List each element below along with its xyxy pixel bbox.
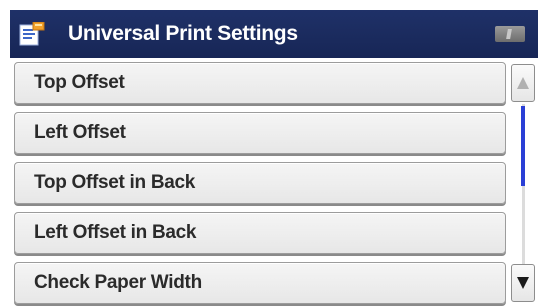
- arrow-down-icon: [517, 277, 529, 289]
- scroll-down-button[interactable]: [511, 264, 535, 302]
- menu-item-top-offset[interactable]: Top Offset: [14, 62, 506, 104]
- menu-item-label: Top Offset in Back: [34, 172, 196, 193]
- menu-item-top-offset-in-back[interactable]: Top Offset in Back: [14, 162, 506, 204]
- scroll-up-button[interactable]: [511, 64, 535, 102]
- title-bar: Universal Print Settings: [10, 10, 538, 58]
- page-title: Universal Print Settings: [68, 22, 298, 45]
- pc-connection-icon: [495, 26, 525, 42]
- menu-item-left-offset[interactable]: Left Offset: [14, 112, 506, 154]
- menu-item-check-paper-width[interactable]: Check Paper Width: [14, 262, 506, 304]
- scrollbar-thumb[interactable]: [521, 106, 525, 186]
- settings-document-icon: [19, 22, 45, 46]
- menu-item-label: Top Offset: [34, 72, 125, 93]
- menu-item-label: Left Offset: [34, 122, 126, 143]
- menu-item-label: Check Paper Width: [34, 272, 202, 293]
- arrow-up-icon: [517, 77, 529, 89]
- menu-item-left-offset-in-back[interactable]: Left Offset in Back: [14, 212, 506, 254]
- menu-item-label: Left Offset in Back: [34, 222, 197, 243]
